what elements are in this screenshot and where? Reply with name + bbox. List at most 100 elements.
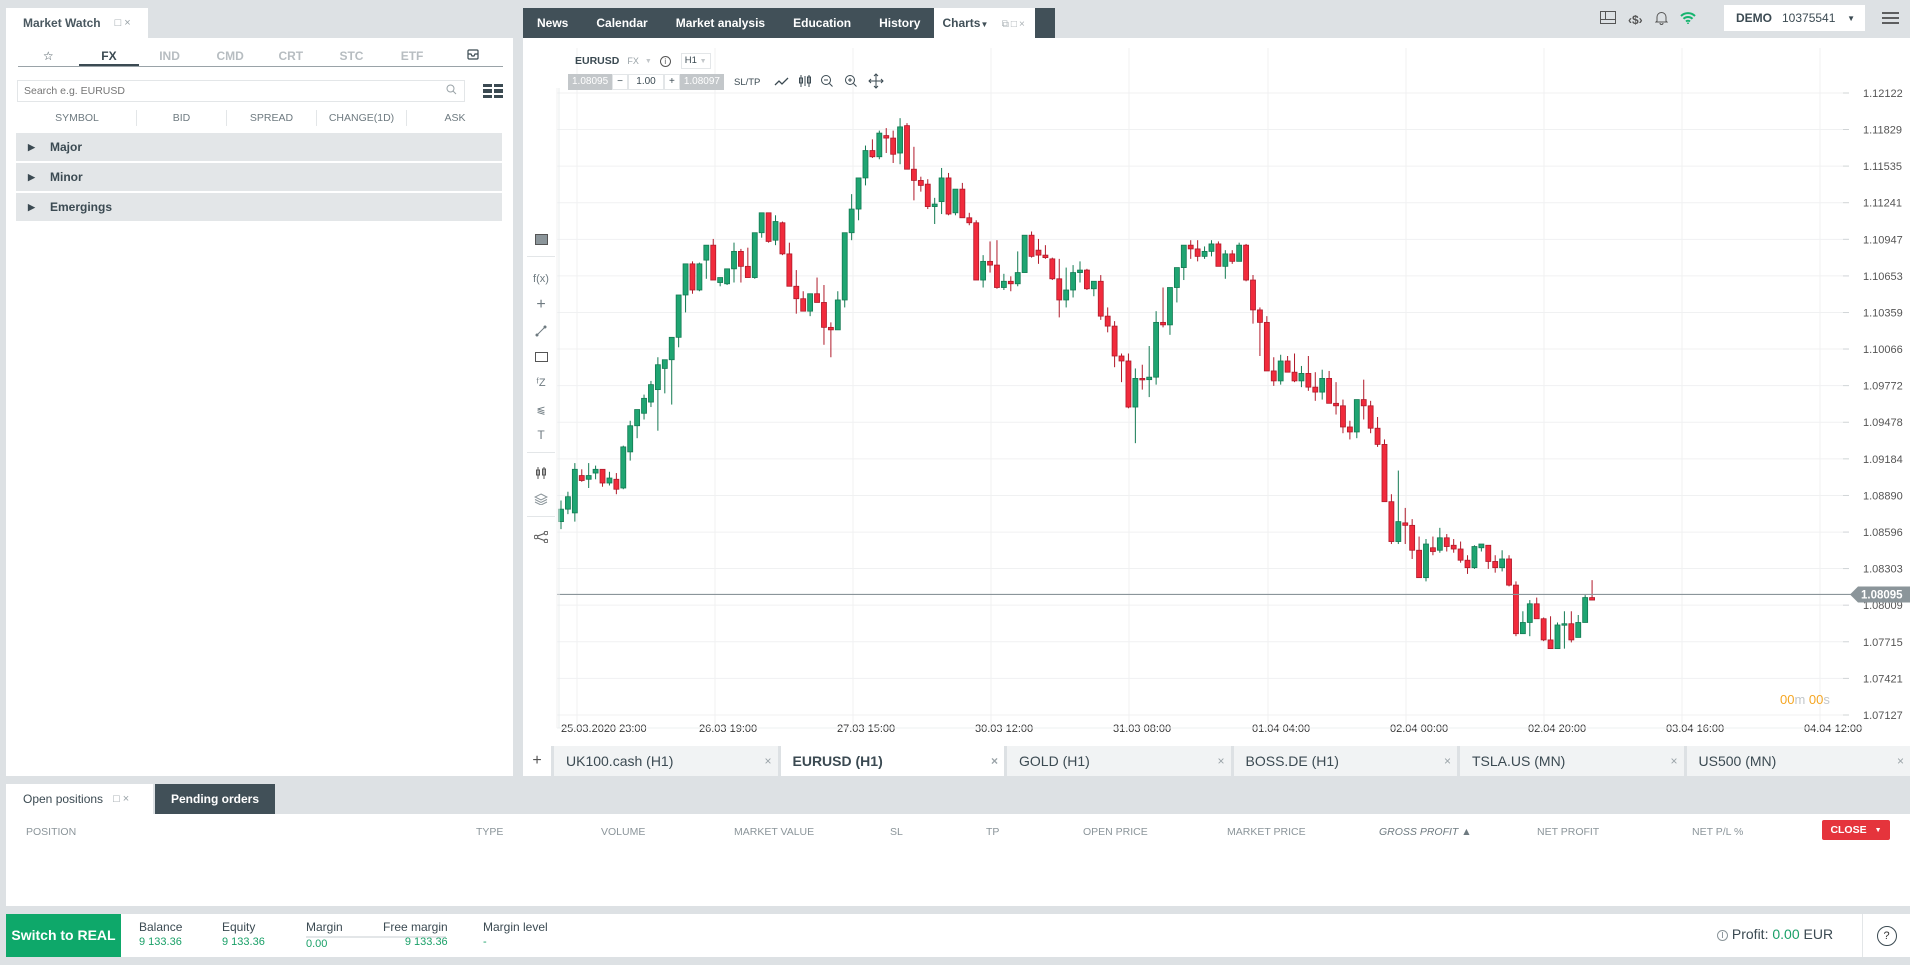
- chart-symbol[interactable]: EURUSD: [575, 55, 619, 67]
- maximize-icon[interactable]: □: [1011, 19, 1019, 30]
- buy-price-button[interactable]: 1.08097: [679, 74, 724, 90]
- category-crt[interactable]: CRT: [261, 46, 322, 66]
- category-ind[interactable]: IND: [139, 46, 200, 66]
- fibonacci-icon[interactable]: ᶠZ: [523, 370, 559, 396]
- volume-decrease-button[interactable]: −: [612, 74, 628, 90]
- chart-class[interactable]: FX: [627, 56, 639, 66]
- col-ask[interactable]: ASK: [406, 110, 503, 126]
- col-gross-profit[interactable]: GROSS PROFIT ▲: [1379, 824, 1472, 840]
- close-tab-icon[interactable]: ×: [1897, 754, 1904, 768]
- trendline-icon[interactable]: [523, 318, 559, 344]
- layers-icon[interactable]: [523, 486, 559, 512]
- group-major[interactable]: ▶ Major: [16, 133, 502, 161]
- category-fx[interactable]: FX: [78, 46, 140, 66]
- caret-down-icon[interactable]: ▼: [645, 58, 652, 65]
- col-symbol[interactable]: SYMBOL: [18, 110, 136, 126]
- col-sl[interactable]: SL: [890, 824, 903, 840]
- category-etf[interactable]: ETF: [382, 46, 443, 66]
- chart-frame-icon[interactable]: [523, 226, 559, 252]
- nav-history[interactable]: History: [865, 8, 934, 38]
- nav-market-analysis[interactable]: Market analysis: [662, 8, 779, 38]
- currency-icon[interactable]: ‹$›: [1628, 13, 1643, 27]
- close-tab-icon[interactable]: ×: [764, 754, 771, 768]
- zoom-out-icon[interactable]: [820, 74, 834, 91]
- col-open-price[interactable]: OPEN PRICE: [1083, 824, 1148, 840]
- col-net-profit[interactable]: NET PROFIT: [1537, 824, 1599, 840]
- maximize-icon[interactable]: □: [113, 793, 123, 805]
- indicators-icon[interactable]: f(x): [523, 266, 559, 292]
- open-positions-tab[interactable]: Open positions □×: [6, 784, 153, 814]
- col-tp[interactable]: TP: [986, 824, 999, 840]
- timeframe-select[interactable]: H1 ▼: [680, 53, 711, 69]
- candle-body: [862, 150, 869, 179]
- close-icon[interactable]: ×: [1019, 19, 1027, 30]
- col-net-pl[interactable]: NET P/L %: [1692, 824, 1743, 840]
- account-selector[interactable]: DEMO 10375541 ▼: [1724, 5, 1865, 31]
- switch-to-real-button[interactable]: Switch to REAL: [6, 914, 121, 957]
- add-chart-button[interactable]: +: [523, 746, 551, 776]
- chart-tab-active[interactable]: EURUSD (H1) ×: [780, 746, 1004, 776]
- zoom-in-icon[interactable]: [844, 74, 858, 91]
- sell-price-button[interactable]: 1.08095: [568, 74, 613, 90]
- candle-type-icon[interactable]: [798, 74, 812, 91]
- col-change[interactable]: CHANGE(1D): [316, 110, 406, 126]
- nav-news[interactable]: News: [523, 8, 582, 38]
- maximize-icon[interactable]: □: [115, 17, 125, 29]
- category-cmd[interactable]: CMD: [200, 46, 261, 66]
- candles-settings-icon[interactable]: [523, 460, 559, 486]
- close-icon[interactable]: ×: [123, 793, 132, 805]
- bell-icon[interactable]: [1654, 11, 1668, 30]
- close-icon[interactable]: ×: [124, 17, 133, 29]
- candle-body: [565, 496, 571, 510]
- category-stc[interactable]: STC: [321, 46, 382, 66]
- chart-tab[interactable]: GOLD (H1) ×: [1007, 746, 1231, 776]
- nav-charts[interactable]: Charts▼ ⧉□×: [934, 8, 1035, 38]
- col-bid[interactable]: BID: [136, 110, 226, 126]
- rectangle-icon[interactable]: [523, 344, 559, 370]
- help-button[interactable]: ?: [1862, 914, 1910, 957]
- chart-tab[interactable]: BOSS.DE (H1) ×: [1233, 746, 1457, 776]
- col-market-price[interactable]: MARKET PRICE: [1227, 824, 1306, 840]
- col-volume[interactable]: VOLUME: [601, 824, 645, 840]
- sltp-button[interactable]: SL/TP: [734, 77, 760, 88]
- nav-calendar[interactable]: Calendar: [582, 8, 661, 38]
- chart-tab[interactable]: UK100.cash (H1) ×: [554, 746, 778, 776]
- share-icon[interactable]: [523, 524, 559, 550]
- crosshair-icon[interactable]: [868, 72, 885, 92]
- info-icon[interactable]: i: [659, 55, 671, 67]
- close-tab-icon[interactable]: ×: [1444, 754, 1451, 768]
- symbol-search-input[interactable]: [17, 80, 465, 102]
- inbox-icon[interactable]: [442, 46, 503, 66]
- search-icon[interactable]: [446, 84, 457, 98]
- col-spread[interactable]: SPREAD: [226, 110, 316, 126]
- close-tab-icon[interactable]: ×: [1670, 754, 1677, 768]
- market-watch-tab[interactable]: Market Watch □×: [6, 8, 148, 38]
- group-emergings[interactable]: ▶ Emergings: [16, 193, 502, 221]
- close-all-button[interactable]: CLOSE ▼: [1822, 820, 1890, 840]
- chart-tab[interactable]: US500 (MN) ×: [1686, 746, 1910, 776]
- text-tool-icon[interactable]: T: [523, 422, 559, 448]
- candle-body: [654, 364, 661, 391]
- volume-input[interactable]: 1.00: [628, 74, 664, 90]
- nav-education[interactable]: Education: [779, 8, 865, 38]
- close-tab-icon[interactable]: ×: [991, 754, 998, 768]
- popout-icon[interactable]: ⧉: [1002, 19, 1011, 30]
- menu-icon[interactable]: [1882, 11, 1899, 25]
- close-tab-icon[interactable]: ×: [1217, 754, 1224, 768]
- volume-increase-button[interactable]: +: [664, 74, 680, 90]
- chart-tab[interactable]: TSLA.US (MN) ×: [1460, 746, 1684, 776]
- pitchfork-icon[interactable]: ⫹: [523, 396, 559, 422]
- grid-view-icon[interactable]: [483, 84, 503, 98]
- category-favorites[interactable]: ☆: [18, 46, 79, 66]
- pending-orders-tab[interactable]: Pending orders: [155, 784, 275, 814]
- col-type[interactable]: TYPE: [476, 824, 503, 840]
- layout-icon[interactable]: [1600, 11, 1616, 29]
- col-market-value[interactable]: MARKET VALUE: [734, 824, 814, 840]
- crosshair-tool-icon[interactable]: +: [523, 292, 559, 318]
- group-minor[interactable]: ▶ Minor: [16, 163, 502, 191]
- line-chart-icon[interactable]: [774, 76, 790, 89]
- candlestick-chart[interactable]: 1.12122 1.11829 1.11535 1.11241 1.10947 1.106…: [523, 38, 1910, 746]
- info-icon[interactable]: i: [1717, 929, 1728, 941]
- candle-body: [1000, 280, 1007, 288]
- col-position[interactable]: POSITION: [26, 824, 76, 840]
